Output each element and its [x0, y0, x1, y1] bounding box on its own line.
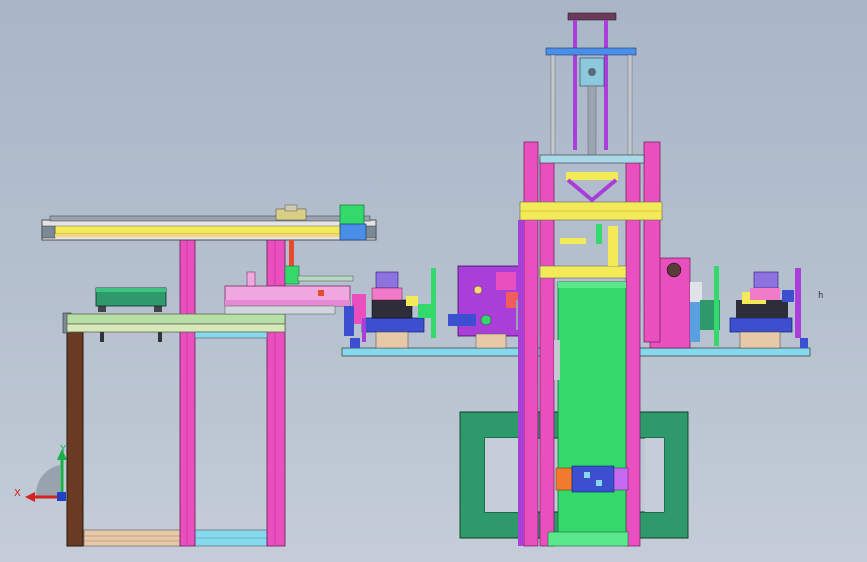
machine-assembly-drawing: Y X h	[14, 12, 823, 547]
green-chute	[557, 281, 627, 537]
cad-viewport[interactable]: Y X h	[0, 0, 867, 562]
magenta-column-b	[266, 237, 286, 547]
frame-beam-lower	[66, 323, 286, 333]
station-right-motor	[753, 271, 779, 289]
central-tower	[518, 12, 663, 547]
frame-beam-upper	[66, 313, 286, 325]
triad-x-label: X	[14, 488, 21, 499]
gantry-motor-green	[339, 204, 365, 226]
base-strip-beige	[83, 529, 181, 547]
tower-crossbar	[539, 154, 645, 164]
gantry-motor-blue	[339, 223, 367, 241]
top-guide-bar	[567, 12, 617, 21]
tower-column-right	[643, 141, 661, 343]
top-plate-blue	[545, 47, 637, 56]
frame-beam-cyan	[194, 331, 268, 339]
gantry-rail-yellow	[54, 225, 341, 235]
side-marker: h	[818, 291, 823, 301]
left-brown-post	[66, 329, 84, 547]
coordinate-triad[interactable]: Y X	[14, 444, 67, 502]
yellow-band-lower	[539, 265, 627, 279]
pick-head	[284, 265, 300, 285]
station-right-base	[729, 317, 793, 333]
transfer-arm	[297, 275, 354, 282]
cassette-blue	[571, 465, 615, 493]
station-left-motor	[375, 271, 399, 289]
station-left-base	[361, 317, 425, 333]
left-frame-assembly	[41, 204, 377, 547]
pick-rod	[289, 240, 294, 270]
cassette-orange	[555, 467, 573, 491]
triad-y-label: Y	[59, 444, 67, 455]
magenta-column-a	[179, 237, 196, 547]
cassette-purple	[613, 467, 629, 491]
